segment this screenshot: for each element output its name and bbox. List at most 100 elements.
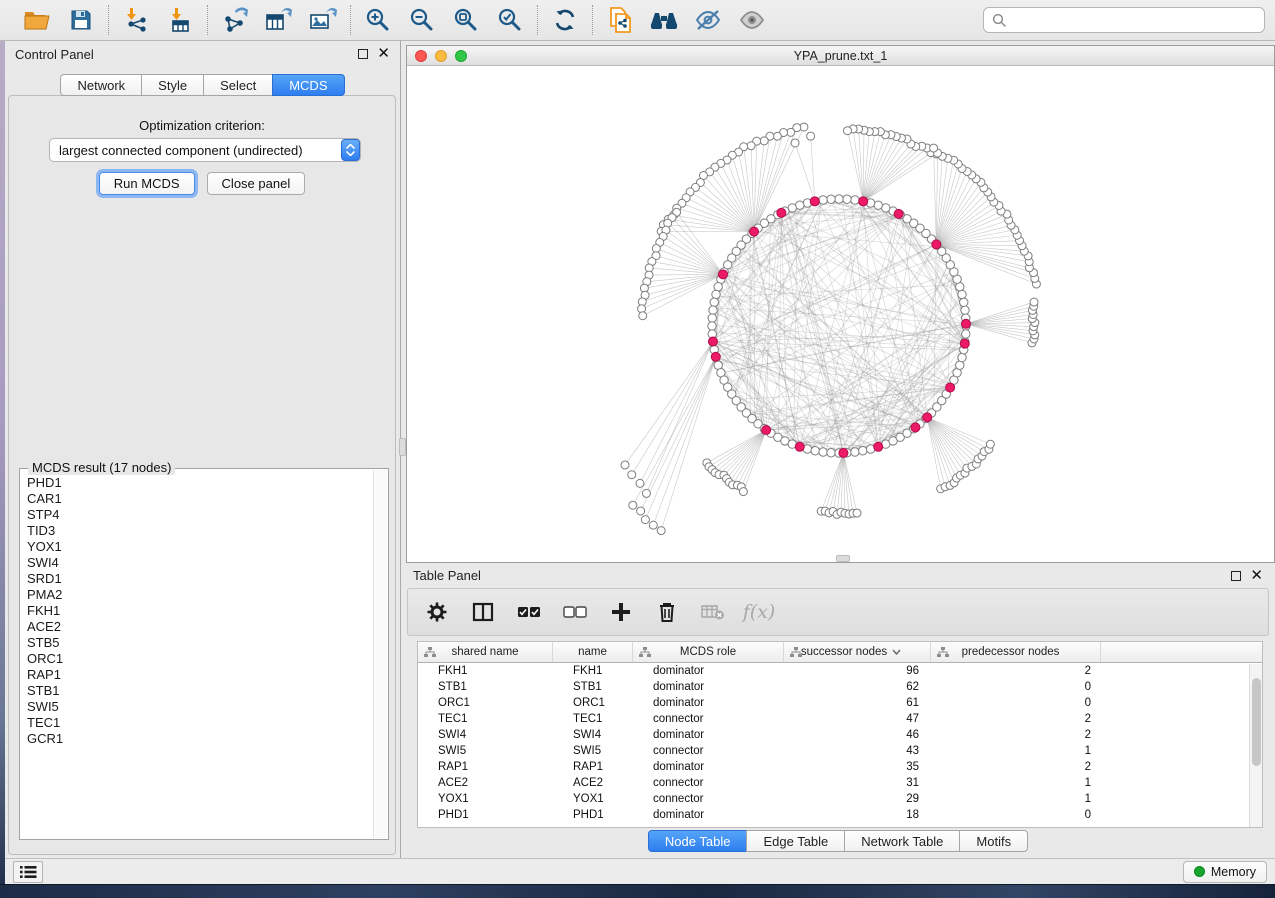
- table-cell: 2: [931, 665, 1101, 677]
- search-field: [983, 7, 1265, 33]
- column-header-shared-name[interactable]: shared name: [418, 642, 553, 662]
- tab-network[interactable]: Network: [60, 74, 142, 96]
- mcds-result-item[interactable]: STB5: [22, 635, 372, 651]
- column-header-successor-nodes[interactable]: successor nodes: [784, 642, 931, 662]
- select-all-columns-icon[interactable]: [516, 599, 542, 625]
- mcds-result-item[interactable]: STP4: [22, 507, 372, 523]
- desktop-background-bottom: [0, 884, 1275, 898]
- tab-motifs[interactable]: Motifs: [959, 830, 1028, 852]
- optimization-criterion-value: largest connected component (undirected): [50, 143, 341, 158]
- delete-table-icon[interactable]: [700, 599, 726, 625]
- mcds-result-item[interactable]: FKH1: [22, 603, 372, 619]
- mcds-result-item[interactable]: SWI5: [22, 699, 372, 715]
- tab-select[interactable]: Select: [203, 74, 273, 96]
- save-icon[interactable]: [64, 4, 98, 36]
- float-panel-icon[interactable]: [1231, 571, 1241, 581]
- column-header-name[interactable]: name: [553, 642, 633, 662]
- network-graph[interactable]: [407, 66, 1274, 562]
- mcds-result-item[interactable]: ORC1: [22, 651, 372, 667]
- copy-network-icon[interactable]: [603, 4, 637, 36]
- task-history-button[interactable]: [13, 861, 43, 883]
- table-row[interactable]: FKH1FKH1dominator962: [418, 663, 1262, 679]
- mcds-result-scrollbar[interactable]: [373, 470, 387, 838]
- table-cell: RAP1: [553, 761, 633, 773]
- mcds-result-item[interactable]: PHD1: [22, 475, 372, 491]
- float-panel-icon[interactable]: [358, 49, 368, 59]
- table-row[interactable]: RAP1RAP1dominator352: [418, 759, 1262, 775]
- mcds-result-item[interactable]: YOX1: [22, 539, 372, 555]
- refresh-view-icon[interactable]: [548, 4, 582, 36]
- function-builder-icon[interactable]: f(x): [746, 599, 772, 625]
- import-table-icon[interactable]: [163, 4, 197, 36]
- table-row[interactable]: TEC1TEC1connector472: [418, 711, 1262, 727]
- hide-selected-icon[interactable]: [691, 4, 725, 36]
- mcds-result-item[interactable]: PMA2: [22, 587, 372, 603]
- export-table-icon[interactable]: [262, 4, 296, 36]
- table-row[interactable]: ACE2ACE2connector311: [418, 775, 1262, 791]
- settings-gear-icon[interactable]: [424, 599, 450, 625]
- table-cell: ORC1: [418, 697, 553, 709]
- column-header-mcds-role[interactable]: MCDS role: [633, 642, 784, 662]
- delete-column-icon[interactable]: [654, 599, 680, 625]
- column-header-predecessor-nodes[interactable]: predecessor nodes: [931, 642, 1101, 662]
- mcds-result-item[interactable]: RAP1: [22, 667, 372, 683]
- search-network-icon[interactable]: [647, 4, 681, 36]
- optimization-criterion-select[interactable]: largest connected component (undirected): [49, 138, 361, 162]
- table-row[interactable]: STB1STB1dominator620: [418, 679, 1262, 695]
- table-cell: connector: [633, 793, 784, 805]
- network-canvas[interactable]: [407, 66, 1274, 562]
- table-row[interactable]: SWI5SWI5connector431: [418, 743, 1262, 759]
- run-mcds-button[interactable]: Run MCDS: [99, 172, 195, 195]
- export-network-icon[interactable]: [218, 4, 252, 36]
- close-panel-icon[interactable]: ✕: [1250, 571, 1263, 581]
- table-row[interactable]: SWI4SWI4dominator462: [418, 727, 1262, 743]
- open-file-icon[interactable]: [20, 4, 54, 36]
- mcds-result-item[interactable]: SWI4: [22, 555, 372, 571]
- zoom-out-icon[interactable]: [405, 4, 439, 36]
- vertical-splitter-handle[interactable]: [399, 438, 406, 456]
- table-cell: 31: [784, 777, 931, 789]
- search-icon: [992, 13, 1007, 28]
- mcds-result-item[interactable]: TEC1: [22, 715, 372, 731]
- tab-network-table[interactable]: Network Table: [844, 830, 960, 852]
- table-cell: YOX1: [418, 793, 553, 805]
- import-network-icon[interactable]: [119, 4, 153, 36]
- table-cell: YOX1: [553, 793, 633, 805]
- tab-edge-table[interactable]: Edge Table: [746, 830, 845, 852]
- close-panel-icon[interactable]: ✕: [377, 49, 390, 59]
- zoom-selected-icon[interactable]: [493, 4, 527, 36]
- table-scrollbar-thumb[interactable]: [1252, 678, 1261, 766]
- mcds-result-item[interactable]: GCR1: [22, 731, 372, 747]
- mcds-result-item[interactable]: CAR1: [22, 491, 372, 507]
- export-image-icon[interactable]: [306, 4, 340, 36]
- unselect-all-columns-icon[interactable]: [562, 599, 588, 625]
- refresh-group: [538, 4, 592, 36]
- mcds-result-item[interactable]: TID3: [22, 523, 372, 539]
- show-all-icon[interactable]: [735, 4, 769, 36]
- show-columns-icon[interactable]: [470, 599, 496, 625]
- mcds-result-item[interactable]: ACE2: [22, 619, 372, 635]
- table-cell: dominator: [633, 761, 784, 773]
- tab-mcds[interactable]: MCDS: [272, 74, 344, 96]
- network-titlebar[interactable]: YPA_prune.txt_1: [407, 46, 1274, 66]
- table-cell: dominator: [633, 697, 784, 709]
- close-panel-button[interactable]: Close panel: [207, 172, 306, 195]
- table-row[interactable]: PHD1PHD1dominator180: [418, 807, 1262, 823]
- table-scrollbar[interactable]: [1249, 664, 1262, 827]
- table-row[interactable]: YOX1YOX1connector291: [418, 791, 1262, 807]
- table-row[interactable]: ORC1ORC1dominator610: [418, 695, 1262, 711]
- zoom-in-icon[interactable]: [361, 4, 395, 36]
- tab-style[interactable]: Style: [141, 74, 204, 96]
- select-stepper-icon: [341, 139, 360, 161]
- table-cell: 0: [931, 697, 1101, 709]
- table-cell: 43: [784, 745, 931, 757]
- memory-button[interactable]: Memory: [1183, 861, 1267, 883]
- mcds-result-item[interactable]: STB1: [22, 683, 372, 699]
- mcds-result-item[interactable]: SRD1: [22, 571, 372, 587]
- search-input[interactable]: [1013, 13, 1256, 28]
- create-column-icon[interactable]: [608, 599, 634, 625]
- table-toolbar: f(x): [407, 588, 1269, 636]
- tab-node-table[interactable]: Node Table: [648, 830, 748, 852]
- horizontal-splitter-handle[interactable]: [836, 555, 850, 562]
- zoom-fit-icon[interactable]: [449, 4, 483, 36]
